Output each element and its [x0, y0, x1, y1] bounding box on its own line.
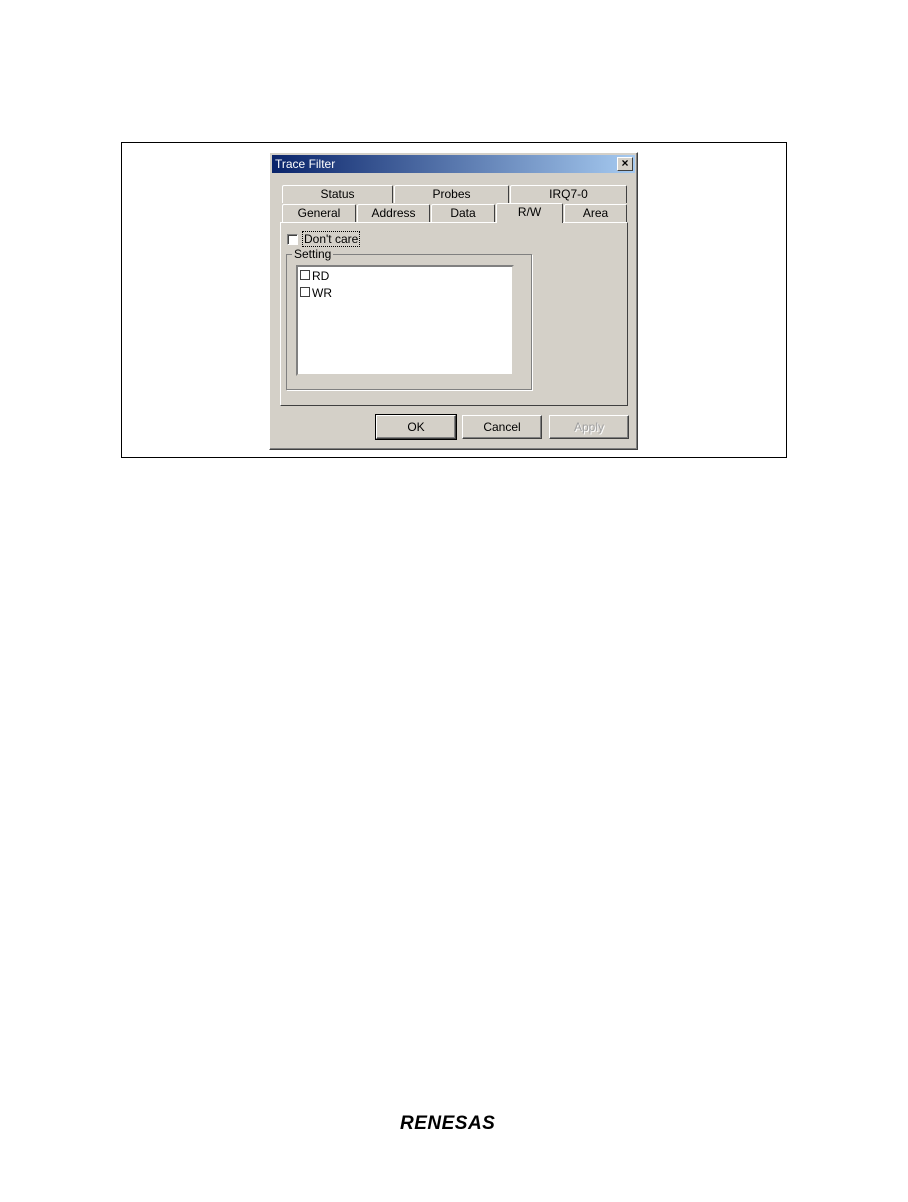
rd-checkbox[interactable]: [300, 270, 310, 280]
rw-tab-panel: Don't care Setting RD WR: [280, 222, 628, 406]
ok-button[interactable]: OK: [375, 414, 457, 440]
setting-group-label: Setting: [292, 247, 334, 261]
tab-address[interactable]: Address: [357, 204, 430, 222]
tab-probes[interactable]: Probes: [394, 185, 509, 203]
setting-listbox[interactable]: RD WR: [296, 265, 514, 376]
dialog-title: Trace Filter: [275, 157, 336, 171]
tab-irq7-0[interactable]: IRQ7-0: [510, 185, 627, 203]
tab-data[interactable]: Data: [431, 204, 495, 222]
rd-label: RD: [312, 269, 330, 283]
trace-filter-dialog: Trace Filter × Status Probes IRQ7-0 Gene…: [269, 152, 638, 450]
renesas-logo: RENESAS: [400, 1113, 496, 1134]
dont-care-label[interactable]: Don't care: [301, 231, 361, 247]
close-button[interactable]: ×: [617, 157, 633, 171]
tab-status[interactable]: Status: [282, 185, 393, 203]
title-bar[interactable]: Trace Filter ×: [272, 155, 635, 173]
wr-label: WR: [312, 286, 332, 300]
tab-general[interactable]: General: [282, 204, 356, 222]
tab-area[interactable]: Area: [564, 204, 627, 222]
setting-groupbox: Setting RD WR: [286, 247, 532, 390]
close-icon: ×: [621, 156, 629, 170]
tab-rw[interactable]: R/W: [496, 203, 563, 223]
dont-care-checkbox[interactable]: [287, 234, 298, 245]
cancel-button[interactable]: Cancel: [462, 415, 542, 439]
wr-checkbox[interactable]: [300, 287, 310, 297]
apply-button[interactable]: Apply: [549, 415, 629, 439]
